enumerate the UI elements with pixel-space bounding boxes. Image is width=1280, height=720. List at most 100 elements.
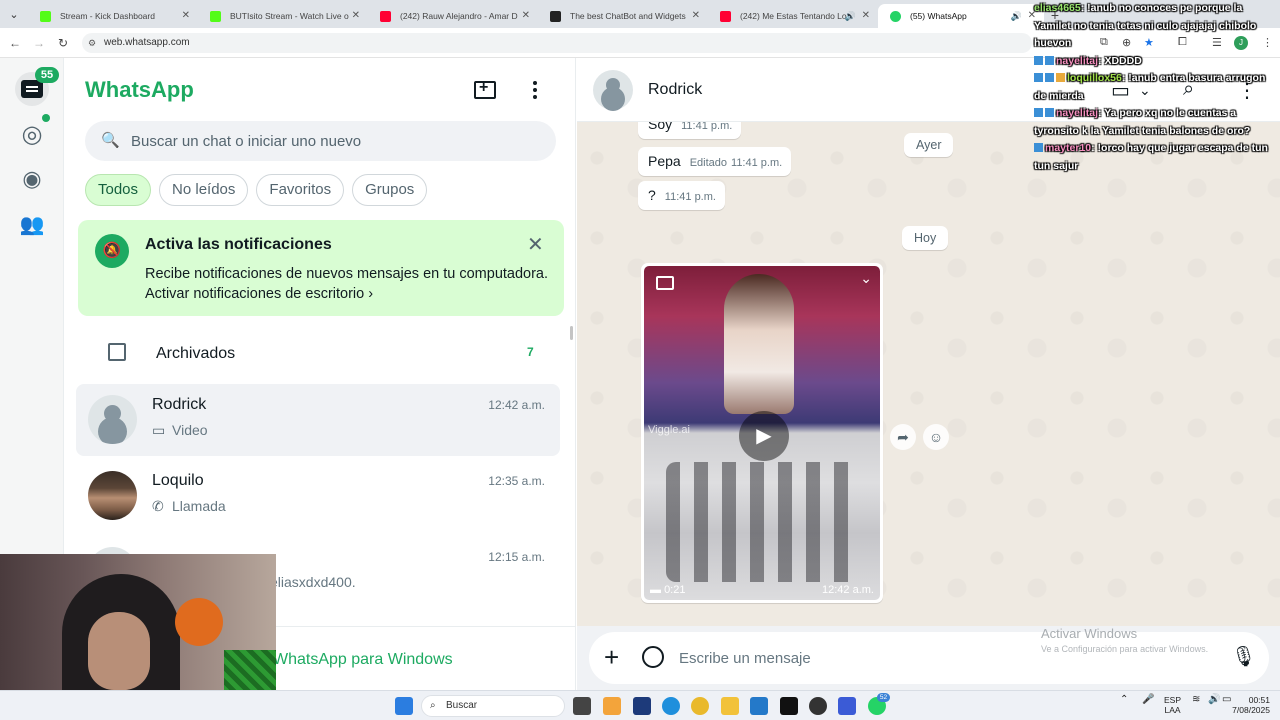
task-view-icon[interactable]: [573, 697, 591, 715]
chat-time: 12:15 a.m.: [488, 550, 545, 564]
browser-tab-2[interactable]: BUTIsito Stream - Watch Live o ✕: [198, 4, 368, 28]
filter-no-leidos[interactable]: No leídos: [159, 174, 249, 206]
video-thumbnail[interactable]: ⌄ Viggle.ai ▶ ▬ 0:21 12:42 a.m.: [644, 266, 880, 600]
browser-tab-1[interactable]: Stream - Kick Dashboard ✕: [28, 4, 198, 28]
message-bubble[interactable]: ? 11:41 p.m.: [638, 181, 725, 210]
forward-icon[interactable]: →: [30, 34, 48, 52]
tab-title: BUTIsito Stream - Watch Live o: [230, 11, 349, 21]
filter-todos[interactable]: Todos: [85, 174, 152, 206]
whatsapp-icon: [890, 11, 901, 22]
scrollbar-thumb[interactable]: [570, 326, 573, 340]
windows-start-icon[interactable]: [395, 697, 413, 715]
tray-chevron-icon[interactable]: ⌃: [1120, 695, 1128, 705]
chat-row-rodrick[interactable]: Rodrick 12:42 a.m. ▭ Video: [76, 384, 560, 456]
file-explorer-icon[interactable]: [721, 697, 739, 715]
unread-badge: 55: [35, 67, 59, 83]
chat-preview: eliasxdxd400.: [270, 574, 356, 590]
store-icon[interactable]: [633, 697, 651, 715]
stream-chat-line: loquillox56: !anub entra basura arrugon …: [1034, 70, 1280, 105]
search-box: 🔍: [85, 121, 556, 161]
browser-tab-4[interactable]: The best ChatBot and Widgets ✕: [538, 4, 708, 28]
taskbar-search[interactable]: ⌕ Buscar: [421, 695, 565, 717]
search-input[interactable]: [131, 121, 531, 161]
volume-icon[interactable]: 🔊: [1208, 695, 1220, 705]
site-settings-icon[interactable]: ⚙: [88, 33, 96, 53]
chat-username: mayter10: [1045, 142, 1092, 154]
new-chat-icon[interactable]: [474, 79, 496, 99]
chat-row-loquilo[interactable]: Loquilo 12:35 a.m. ✆ Llamada: [76, 460, 560, 532]
tiktok-icon[interactable]: [780, 697, 798, 715]
avatar: [88, 395, 137, 444]
message-bubble[interactable]: Pepa Editado 11:41 p.m.: [638, 147, 792, 176]
chat-message: : XDDDD: [1098, 54, 1142, 67]
mic-tray-icon[interactable]: 🎤: [1142, 695, 1154, 705]
filter-favoritos[interactable]: Favoritos: [256, 174, 345, 206]
chat-username: nayelitaj: [1056, 54, 1099, 67]
chat-name: Loquilo: [152, 472, 204, 489]
tab-title: The best ChatBot and Widgets: [570, 11, 686, 21]
rail-channels-button[interactable]: ◉: [15, 162, 49, 196]
clock[interactable]: 00:51 7/08/2025: [1230, 695, 1270, 715]
clock-date: 7/08/2025: [1232, 705, 1270, 715]
close-tab-icon[interactable]: ✕: [182, 4, 190, 28]
filter-chips: Todos No leídos Favoritos Grupos: [85, 174, 428, 206]
chevron-down-icon[interactable]: ⌄: [860, 270, 872, 287]
video-camera-icon: ▬: [650, 584, 665, 596]
copilot-icon[interactable]: [603, 697, 621, 715]
back-icon[interactable]: ←: [6, 34, 24, 52]
browser-tab-5[interactable]: (242) Me Estas Tentando Lo 🔊 ✕: [708, 4, 878, 28]
app-title: WhatsApp: [85, 77, 194, 102]
react-emoji-icon[interactable]: ☺: [923, 424, 949, 450]
close-icon[interactable]: ✕: [527, 232, 544, 257]
reload-icon[interactable]: ↻: [54, 34, 72, 52]
youtube-icon: [380, 11, 391, 22]
browser-tab-3[interactable]: (242) Rauw Alejandro - Amar D ✕: [368, 4, 538, 28]
video-icon: ▭: [152, 422, 166, 438]
chrome-icon[interactable]: [691, 697, 709, 715]
rail-status-button[interactable]: ◎: [15, 117, 49, 151]
filter-grupos[interactable]: Grupos: [352, 174, 428, 206]
chatbot-icon: [550, 11, 561, 22]
contact-name: Rodrick: [648, 81, 703, 98]
stream-chat-line: elias4665: !anub no conoces pe porque la…: [1034, 0, 1280, 53]
menu-icon[interactable]: [533, 81, 537, 99]
person-face: [88, 612, 150, 690]
youtube-icon: [720, 11, 731, 22]
tab-search-chevron-icon[interactable]: ⌄: [0, 0, 28, 28]
url-text: web.whatsapp.com: [104, 37, 190, 48]
browser-tab-whatsapp[interactable]: (55) WhatsApp 🔊 ✕: [878, 4, 1044, 28]
notification-link[interactable]: Activar notificaciones de escritorio ›: [145, 286, 373, 302]
avatar: [88, 471, 137, 520]
discord-icon[interactable]: [838, 697, 856, 715]
promo-link[interactable]: WhatsApp para Windows: [273, 651, 453, 669]
language-indicator[interactable]: ESP LAA: [1164, 695, 1181, 715]
outlook-icon[interactable]: [750, 697, 768, 715]
close-tab-icon[interactable]: ✕: [692, 4, 700, 28]
sticker-emoji-icon[interactable]: [642, 646, 664, 668]
attach-plus-icon[interactable]: +: [604, 642, 619, 673]
play-icon[interactable]: ▶: [739, 411, 789, 461]
url-field[interactable]: ⚙ web.whatsapp.com: [82, 33, 1032, 53]
forward-icon[interactable]: ➦: [890, 424, 916, 450]
close-tab-icon[interactable]: ✕: [862, 4, 870, 28]
speaker-icon[interactable]: 🔊: [845, 4, 856, 28]
rail-communities-button[interactable]: 👥: [15, 207, 49, 241]
close-tab-icon[interactable]: ✕: [522, 4, 530, 28]
speaker-icon[interactable]: 🔊: [1011, 4, 1022, 28]
archived-row[interactable]: Archivados 7: [65, 328, 575, 380]
tab-title: (242) Rauw Alejandro - Amar D: [400, 11, 518, 21]
communities-icon: 👥: [19, 213, 45, 236]
close-tab-icon[interactable]: ✕: [352, 4, 360, 28]
archived-count: 7: [527, 345, 534, 359]
obs-icon[interactable]: [809, 697, 827, 715]
edge-icon[interactable]: [662, 697, 680, 715]
video-duration: ▬ 0:21: [650, 584, 685, 596]
message-time: 11:41 p.m.: [731, 157, 783, 169]
windows-taskbar: ⌕ Buscar 52 ⌃ 🎤 ESP LAA ≋ 🔊 ▭ 00:51 7/08/20…: [0, 690, 1280, 720]
chats-icon: [21, 80, 43, 98]
video-message[interactable]: ⌄ Viggle.ai ▶ ▬ 0:21 12:42 a.m.: [641, 263, 883, 603]
lang-line2: LAA: [1164, 705, 1181, 715]
wifi-icon[interactable]: ≋: [1192, 695, 1200, 705]
badge-icon: [1034, 55, 1043, 65]
video-time: 12:42 a.m.: [822, 584, 874, 596]
